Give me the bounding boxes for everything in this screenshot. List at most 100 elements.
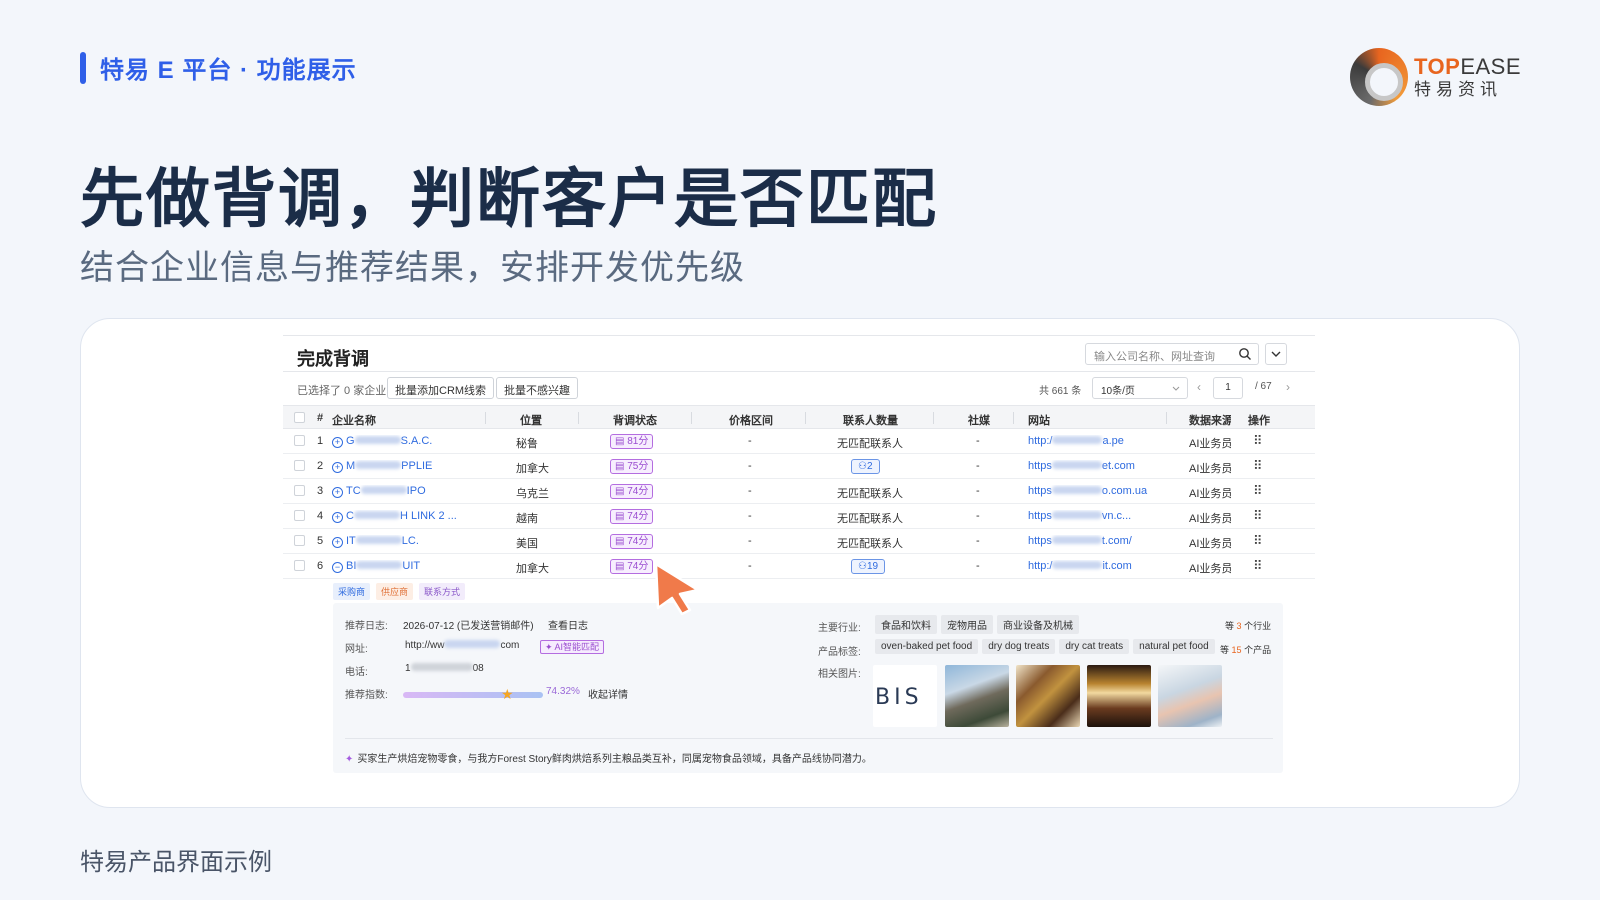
table-row[interactable]: 2 + M PPLIE 加拿大 ▤ 75分 - ⚇2 - https et.com A… [283, 454, 1315, 479]
company-name-link[interactable]: + M PPLIE [332, 460, 484, 473]
row-index: 5 [317, 535, 324, 547]
prev-page-icon[interactable]: ‹ [1197, 380, 1201, 394]
row-actions-icon[interactable]: ⠿ [1253, 483, 1262, 499]
row-checkbox[interactable] [294, 535, 305, 546]
collapse-icon[interactable]: − [332, 562, 343, 573]
collapse-detail-link[interactable]: 收起详情 [588, 686, 628, 701]
col-price-range: 价格区间 [729, 415, 773, 427]
location-text: 乌克兰 [516, 488, 549, 500]
page-number-input[interactable]: 1 [1213, 377, 1243, 399]
topease-logo: TOPEASE 特易资讯 [1350, 48, 1521, 106]
logo-cn-text: 特易资讯 [1414, 80, 1502, 99]
row-checkbox[interactable] [294, 460, 305, 471]
col-actions: 操作 [1248, 415, 1270, 427]
related-image-store[interactable] [1087, 665, 1151, 727]
industry-more[interactable]: 等 3 个行业 [1225, 619, 1271, 632]
logo-ease-text: EASE [1460, 54, 1522, 79]
contacts-cell: ⚇2 [851, 459, 880, 474]
row-checkbox[interactable] [294, 435, 305, 446]
related-image-products[interactable] [1016, 665, 1080, 727]
industry-chip: 食品和饮料 [875, 615, 937, 634]
recommend-index-bar [403, 692, 543, 698]
ai-summary-text: 买家生产烘焙宠物零食，与我方Forest Story鲜肉烘焙系列主粮品类互补，同… [357, 754, 872, 765]
row-checkbox[interactable] [294, 560, 305, 571]
report-icon: ▤ [615, 511, 628, 522]
company-name-link[interactable]: − BI UIT [332, 560, 484, 573]
detail-site-link[interactable]: http://ww com [405, 640, 519, 651]
related-image-lab[interactable] [1158, 665, 1222, 727]
website-link[interactable]: https vn.c... [1028, 510, 1164, 522]
related-image-street[interactable] [945, 665, 1009, 727]
expand-icon[interactable]: + [332, 512, 343, 523]
row-actions-icon[interactable]: ⠿ [1253, 533, 1262, 549]
total-count: 共 661 条 [1039, 386, 1082, 397]
page-size-select[interactable]: 10条/页 [1092, 377, 1188, 399]
people-icon: ⚇ [858, 461, 867, 472]
company-logo-image[interactable]: BIS [873, 665, 937, 727]
contacts-text: 无匹配联系人 [837, 488, 903, 500]
people-icon: ⚇ [858, 561, 867, 572]
batch-not-interested-button[interactable]: 批量不感兴趣 [496, 377, 578, 399]
company-search-input[interactable]: 输入公司名称、网址查询 [1085, 343, 1259, 365]
table-row[interactable]: 3 + TC IPO 乌克兰 ▤ 74分 - 无匹配联系人 - https o.com… [283, 479, 1315, 504]
search-icon[interactable] [1238, 347, 1252, 361]
bg-score-badge[interactable]: ▤ 74分 [610, 509, 654, 524]
select-all-checkbox[interactable] [294, 412, 305, 423]
row-actions-icon[interactable]: ⠿ [1253, 558, 1262, 574]
table-row[interactable]: 5 + IT LC. 美国 ▤ 74分 - 无匹配联系人 - https t.com/… [283, 529, 1315, 554]
bis-logo-text: BIS [875, 685, 923, 710]
website-link[interactable]: https et.com [1028, 460, 1164, 472]
company-detail-panel: 推荐日志: 2026-07-12 (已发送营销邮件) 查看日志 网址: http… [333, 603, 1283, 773]
row-actions-icon[interactable]: ⠿ [1253, 433, 1262, 449]
company-name-link[interactable]: + C H LINK 2 ... [332, 510, 484, 523]
view-log-link[interactable]: 查看日志 [548, 617, 588, 632]
data-source: AI业务员 [1189, 513, 1231, 525]
footnote: 特易产品界面示例 [80, 849, 272, 876]
company-name-link[interactable]: + IT LC. [332, 535, 484, 548]
row-index: 3 [317, 485, 324, 497]
product-more[interactable]: 等 15 个产品 [1220, 643, 1271, 656]
expand-icon[interactable]: + [332, 487, 343, 498]
bg-score-badge[interactable]: ▤ 81分 [610, 434, 654, 449]
social-media: - [976, 460, 980, 472]
company-name-link[interactable]: + G S.A.C. [332, 435, 484, 448]
social-media: - [976, 535, 980, 547]
product-chips: oven-baked pet food dry dog treats dry cat… [875, 639, 1215, 654]
bg-score-badge[interactable]: ▤ 74分 [610, 484, 654, 499]
batch-add-crm-button[interactable]: 批量添加CRM线索 [387, 377, 495, 399]
company-name-link[interactable]: + TC IPO [332, 485, 484, 498]
website-link[interactable]: http:/a.pe [1028, 435, 1164, 447]
social-media: - [976, 485, 980, 497]
row-checkbox[interactable] [294, 510, 305, 521]
expand-icon[interactable]: + [332, 462, 343, 473]
row-actions-icon[interactable]: ⠿ [1253, 508, 1262, 524]
bg-score-badge[interactable]: ▤ 75分 [610, 459, 654, 474]
bg-score-badge[interactable]: ▤ 74分 [610, 534, 654, 549]
bg-score-badge[interactable]: ▤ 74分 [610, 559, 654, 574]
contacts-cell: 无匹配联系人 [837, 485, 903, 501]
row-actions-icon[interactable]: ⠿ [1253, 458, 1262, 474]
location-text: 越南 [516, 513, 538, 525]
table-row[interactable]: 6 − BI UIT 加拿大 ▤ 74分 - ⚇19 - http:/it.com … [283, 554, 1315, 579]
next-page-icon[interactable]: › [1286, 380, 1290, 394]
log-value: 2026-07-12 (已发送营销邮件) [403, 621, 534, 632]
sparkle-icon: ✦ [345, 754, 354, 765]
data-source: AI业务员 [1189, 488, 1231, 500]
page-size-value: 10条/页 [1101, 386, 1135, 397]
page-title: 先做背调，判断客户是否匹配 [80, 163, 938, 235]
col-bg-status: 背调状态 [613, 415, 657, 427]
contacts-count-badge[interactable]: ⚇19 [851, 559, 886, 574]
website-link[interactable]: https o.com.ua [1028, 485, 1164, 497]
expand-icon[interactable]: + [332, 437, 343, 448]
page-total: / 67 [1255, 381, 1272, 392]
collapse-dropdown-button[interactable] [1265, 343, 1287, 365]
social-media: - [976, 560, 980, 572]
table-row[interactable]: 1 + G S.A.C. 秘鲁 ▤ 81分 - 无匹配联系人 - http:/a.p… [283, 429, 1315, 454]
data-source: AI业务员 [1189, 438, 1231, 450]
website-link[interactable]: https t.com/ [1028, 535, 1164, 547]
table-row[interactable]: 4 + C H LINK 2 ... 越南 ▤ 74分 - 无匹配联系人 - htt… [283, 504, 1315, 529]
expand-icon[interactable]: + [332, 537, 343, 548]
contacts-count-badge[interactable]: ⚇2 [851, 459, 880, 474]
website-link[interactable]: http:/it.com [1028, 560, 1164, 572]
row-checkbox[interactable] [294, 485, 305, 496]
